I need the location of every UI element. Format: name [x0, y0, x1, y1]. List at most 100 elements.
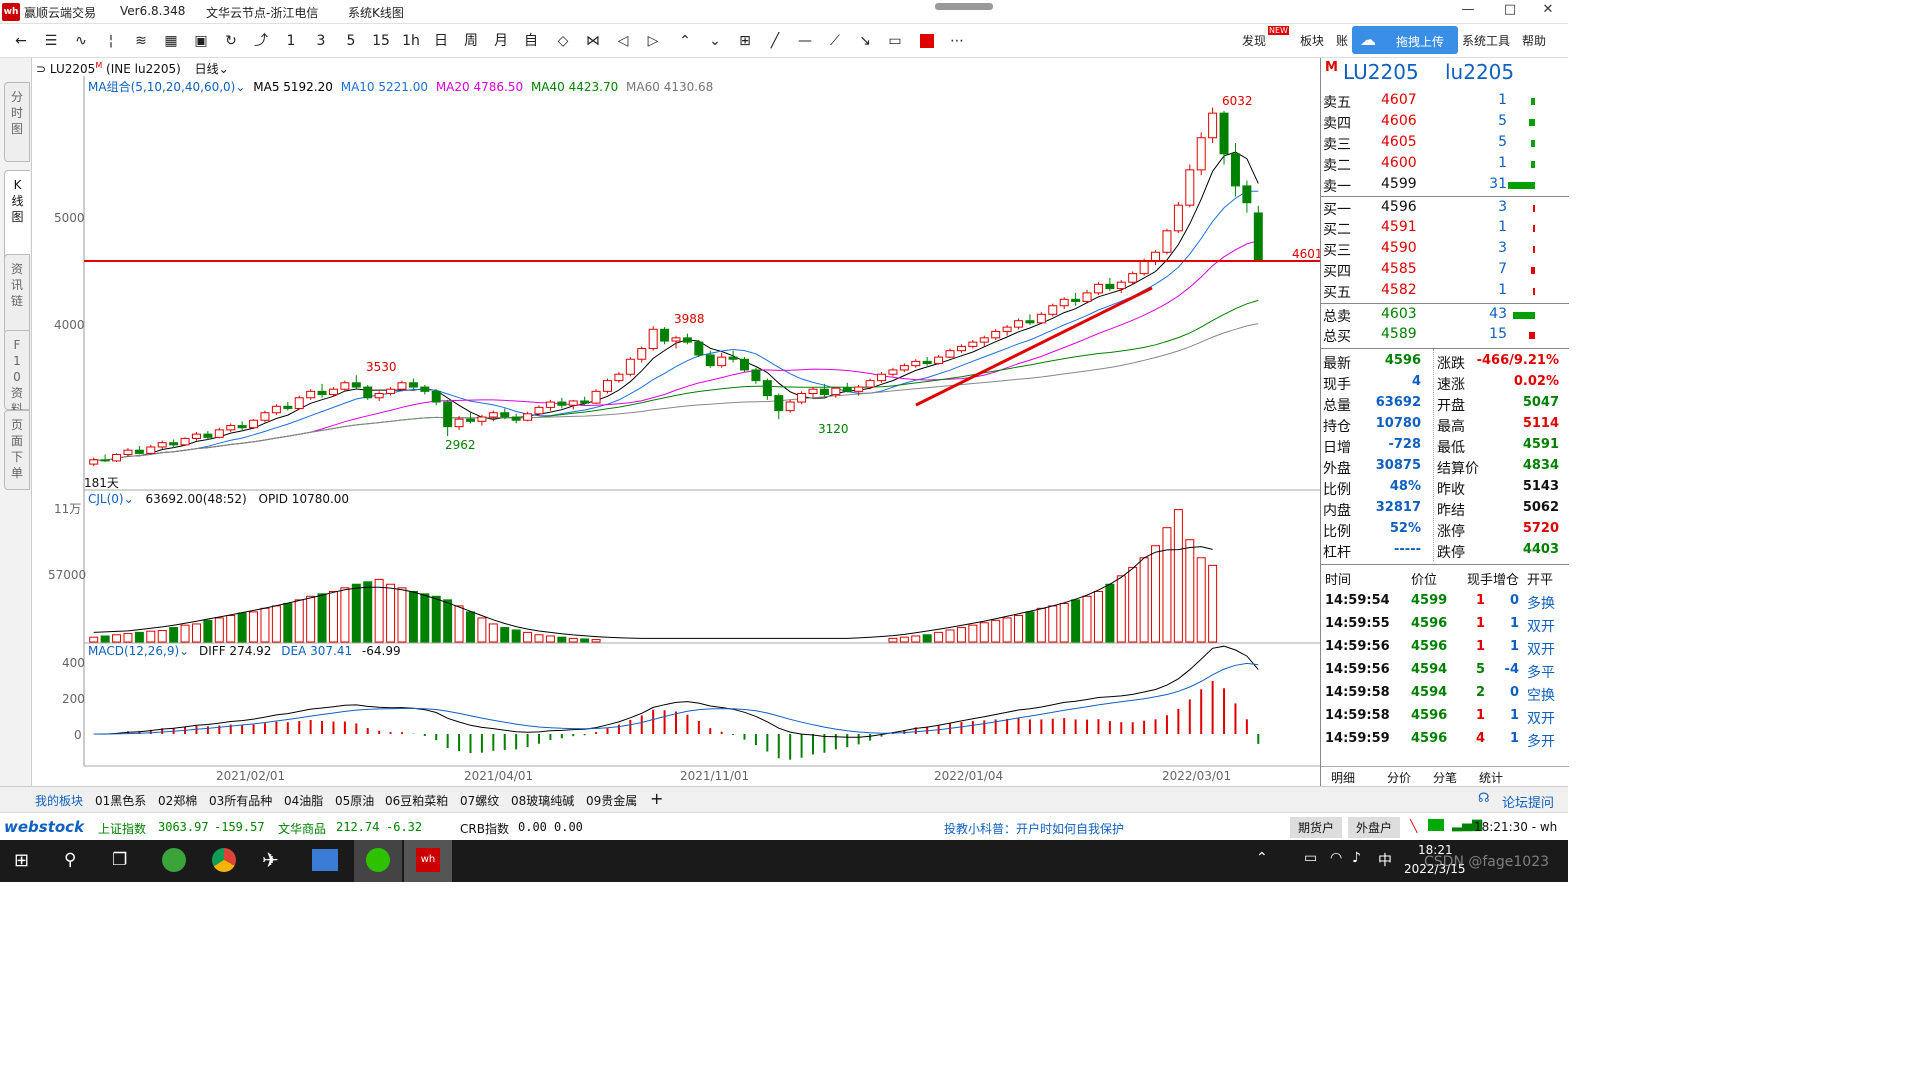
- wechat-taskbar-item[interactable]: [354, 840, 402, 882]
- sector-button[interactable]: 板块: [1300, 32, 1324, 49]
- bid-row[interactable]: 买五 4582 1: [1321, 280, 1569, 301]
- tab-metal[interactable]: 09贵金属: [586, 792, 637, 809]
- tab-oil[interactable]: 04油脂: [284, 792, 323, 809]
- line-chart-icon[interactable]: ∿: [68, 30, 94, 52]
- hline-icon[interactable]: —: [792, 30, 818, 52]
- minimize-button[interactable]: —: [1448, 2, 1488, 22]
- period-5m[interactable]: 5: [338, 30, 364, 52]
- move-right-icon[interactable]: ▷: [640, 30, 666, 52]
- color-red-icon[interactable]: [914, 30, 940, 52]
- foreign-account-button[interactable]: 外盘户: [1348, 817, 1401, 838]
- fenshi-icon[interactable]: ≋: [128, 30, 154, 52]
- tick-row[interactable]: 14:59:56 4594 5 -4 多平: [1321, 660, 1569, 681]
- tick-row[interactable]: 14:59:54 4599 1 0 多换: [1321, 591, 1569, 612]
- close-button[interactable]: ✕: [1528, 2, 1568, 22]
- upload-button[interactable]: ☁ 拖拽上传: [1352, 26, 1458, 54]
- vol-dropdown[interactable]: CJL(0)⌄: [88, 492, 134, 506]
- chevron-up-icon[interactable]: ⌃: [1256, 850, 1268, 866]
- wenhua-taskbar-item[interactable]: wh: [404, 840, 452, 882]
- ime-indicator[interactable]: 中: [1378, 850, 1392, 870]
- ask-row[interactable]: 卖四 4606 5: [1321, 111, 1569, 132]
- chrome-icon[interactable]: [212, 848, 236, 872]
- tab-news[interactable]: 资讯链: [4, 254, 30, 334]
- maximize-button[interactable]: □: [1490, 2, 1530, 22]
- bid-row[interactable]: 买一 4596 3: [1321, 196, 1569, 218]
- tools-button[interactable]: 系统工具: [1462, 32, 1510, 49]
- volume-icon[interactable]: ♪: [1352, 850, 1361, 866]
- tab-price[interactable]: 分价: [1387, 769, 1411, 786]
- search-icon[interactable]: ⚲: [64, 850, 76, 870]
- period-month[interactable]: 月: [488, 30, 514, 52]
- tab-glass[interactable]: 08玻璃纯碱: [511, 792, 574, 809]
- tab-all[interactable]: 03所有品种: [209, 792, 272, 809]
- tab-rebar[interactable]: 07螺纹: [460, 792, 499, 809]
- save-icon[interactable]: ▣: [188, 30, 214, 52]
- arrow-down-right-icon[interactable]: ↘: [852, 30, 878, 52]
- help-button[interactable]: 帮助: [1522, 32, 1546, 49]
- zoom-out-icon[interactable]: ⋈: [580, 30, 606, 52]
- tick-row[interactable]: 14:59:59 4596 4 1 多开: [1321, 729, 1569, 750]
- total-row[interactable]: 总买 4589 15: [1321, 324, 1569, 345]
- candle-icon[interactable]: ¦: [98, 30, 124, 52]
- down-double-icon[interactable]: ⌄: [702, 30, 728, 52]
- bid-row[interactable]: 买三 4590 3: [1321, 238, 1569, 259]
- tab-meal[interactable]: 06豆粕菜粕: [385, 792, 448, 809]
- total-row[interactable]: 总卖 4603 43: [1321, 303, 1569, 325]
- list-icon[interactable]: ☰: [38, 30, 64, 52]
- discover-button[interactable]: 发现: [1242, 32, 1266, 49]
- move-left-icon[interactable]: ◁: [610, 30, 636, 52]
- tab-trades[interactable]: 分笔: [1433, 769, 1457, 786]
- battery-icon[interactable]: ▭: [1304, 850, 1317, 866]
- app-icon[interactable]: ✈: [262, 848, 279, 872]
- tab-f10[interactable]: F10资料: [4, 330, 30, 416]
- macd-dropdown[interactable]: MACD(12,26,9)⌄: [88, 644, 189, 658]
- period-1m[interactable]: 1: [278, 30, 304, 52]
- browser-360-icon[interactable]: [162, 848, 186, 872]
- grid-icon[interactable]: ⊞: [732, 30, 758, 52]
- back-arrow-icon[interactable]: ←: [8, 30, 34, 52]
- futures-account-button[interactable]: 期货户: [1290, 817, 1343, 838]
- kline-svg[interactable]: [32, 58, 1320, 786]
- edu-tip-link[interactable]: 投教小科普：开户时如何自我保护: [944, 820, 1124, 837]
- rectangle-icon[interactable]: ▭: [882, 30, 908, 52]
- tab-order[interactable]: 页面下单: [4, 410, 30, 490]
- ask-row[interactable]: 卖五 4607 1: [1321, 90, 1569, 111]
- period-15m[interactable]: 15: [368, 30, 394, 52]
- wifi-icon[interactable]: ◠: [1330, 850, 1342, 866]
- up-double-icon[interactable]: ⌃: [672, 30, 698, 52]
- tab-black[interactable]: 01黑色系: [95, 792, 146, 809]
- tab-fenshi[interactable]: 分时图: [4, 82, 30, 162]
- ask-row[interactable]: 卖三 4605 5: [1321, 132, 1569, 153]
- tab-crude[interactable]: 05原油: [335, 792, 374, 809]
- contact-icon[interactable]: [312, 849, 338, 871]
- windows-start-icon[interactable]: ⊞: [14, 850, 29, 871]
- add-tab-button[interactable]: +: [650, 789, 663, 808]
- rise-icon[interactable]: ⤴: [248, 30, 274, 52]
- bid-row[interactable]: 买四 4585 7: [1321, 259, 1569, 280]
- tick-row[interactable]: 14:59:55 4596 1 1 双开: [1321, 614, 1569, 635]
- zoom-in-icon[interactable]: ◇: [550, 30, 576, 52]
- ray-icon[interactable]: ⟋: [822, 30, 848, 52]
- tab-detail[interactable]: 明细: [1331, 769, 1355, 786]
- period-1h[interactable]: 1h: [398, 30, 424, 52]
- calc-icon[interactable]: ▦: [158, 30, 184, 52]
- period-day[interactable]: 日: [428, 30, 454, 52]
- period-week[interactable]: 周: [458, 30, 484, 52]
- task-view-icon[interactable]: ❐: [112, 850, 127, 870]
- bid-row[interactable]: 买二 4591 1: [1321, 217, 1569, 238]
- tick-row[interactable]: 14:59:58 4596 1 1 双开: [1321, 706, 1569, 727]
- drag-handle[interactable]: [935, 3, 993, 10]
- kline-chart-area[interactable]: ⊃ LU2205M (INE lu2205) 日线⌄ MA组合(5,10,20,…: [32, 58, 1323, 786]
- draw-line-icon[interactable]: ╱: [762, 30, 788, 52]
- account-button[interactable]: 账: [1336, 32, 1348, 49]
- period-custom[interactable]: 自: [518, 30, 544, 52]
- tab-my-sector[interactable]: 我的板块: [35, 792, 83, 809]
- ask-row[interactable]: 卖二 4600 1: [1321, 153, 1569, 174]
- tab-stats[interactable]: 统计: [1479, 769, 1503, 786]
- tick-row[interactable]: 14:59:56 4596 1 1 双开: [1321, 637, 1569, 658]
- ask-row[interactable]: 卖一 4599 31: [1321, 174, 1569, 195]
- tab-cotton[interactable]: 02郑棉: [158, 792, 197, 809]
- forum-link[interactable]: 论坛提问: [1502, 792, 1554, 811]
- period-3m[interactable]: 3: [308, 30, 334, 52]
- tick-row[interactable]: 14:59:58 4594 2 0 空换: [1321, 683, 1569, 704]
